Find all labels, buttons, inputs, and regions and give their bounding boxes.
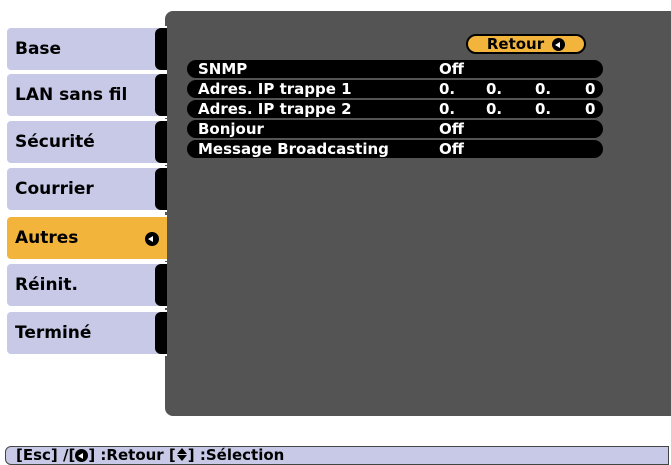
ip-octet: 0.: [486, 80, 503, 98]
setting-label: Message Broadcasting: [198, 140, 389, 158]
enter-icon: [75, 449, 89, 462]
setting-label: Adres. IP trappe 1: [198, 80, 352, 98]
sidebar-item-reinit[interactable]: Réinit.: [5, 262, 167, 308]
sidebar-item-autres[interactable]: Autres: [5, 215, 167, 261]
sidebar-item-label: Sécurité: [15, 132, 95, 152]
setting-row-snmp[interactable]: SNMP Off: [187, 60, 603, 78]
ip-octet: 0: [585, 80, 596, 98]
help-selection-text: ] :Sélection: [187, 446, 285, 464]
sidebar-item-base[interactable]: Base: [5, 26, 167, 72]
setting-row-trap-ip-2[interactable]: Adres. IP trappe 2 0. 0. 0. 0: [187, 100, 603, 118]
retour-label: Retour: [486, 35, 545, 53]
setting-label: Adres. IP trappe 2: [198, 100, 352, 118]
ip-octet: 0: [585, 100, 596, 118]
ip-octet: 0.: [535, 80, 552, 98]
setting-label: Bonjour: [198, 120, 264, 138]
sidebar-item-label: Réinit.: [15, 275, 78, 295]
setting-value: Off: [439, 120, 464, 138]
help-esc-text: [Esc] /[: [16, 446, 76, 464]
ip-octet: 0.: [439, 80, 456, 98]
help-retour-text: ] :Retour [: [88, 446, 176, 464]
ip-octet: 0.: [535, 100, 552, 118]
setting-value: Off: [439, 140, 464, 158]
sidebar-item-termine[interactable]: Terminé: [5, 310, 167, 356]
ip-address-field: 0. 0. 0. 0: [439, 80, 599, 98]
sidebar-item-courrier[interactable]: Courrier: [5, 166, 167, 212]
sidebar-item-label: Courrier: [15, 179, 94, 199]
ip-address-field: 0. 0. 0. 0: [439, 100, 599, 118]
ip-octet: 0.: [439, 100, 456, 118]
sidebar-item-label: Autres: [15, 228, 79, 248]
sidebar-item-securite[interactable]: Sécurité: [5, 119, 167, 165]
sidebar-item-label: Terminé: [15, 323, 92, 343]
sidebar-item-lan-sans-fil[interactable]: LAN sans fil: [5, 72, 167, 118]
up-down-arrow-icon: [176, 448, 188, 461]
setting-value: Off: [439, 60, 464, 78]
retour-button[interactable]: Retour: [466, 34, 586, 54]
help-bar: [Esc] /[ ] :Retour [ ] :Sélection: [5, 446, 669, 465]
setting-row-trap-ip-1[interactable]: Adres. IP trappe 1 0. 0. 0. 0: [187, 80, 603, 98]
setting-label: SNMP: [198, 60, 248, 78]
enter-icon: [145, 232, 159, 246]
sidebar-item-label: LAN sans fil: [15, 85, 128, 105]
setting-row-message-broadcasting[interactable]: Message Broadcasting Off: [187, 140, 603, 158]
ip-octet: 0.: [486, 100, 503, 118]
setting-row-bonjour[interactable]: Bonjour Off: [187, 120, 603, 138]
sidebar-item-label: Base: [15, 39, 62, 59]
enter-icon: [552, 37, 566, 51]
